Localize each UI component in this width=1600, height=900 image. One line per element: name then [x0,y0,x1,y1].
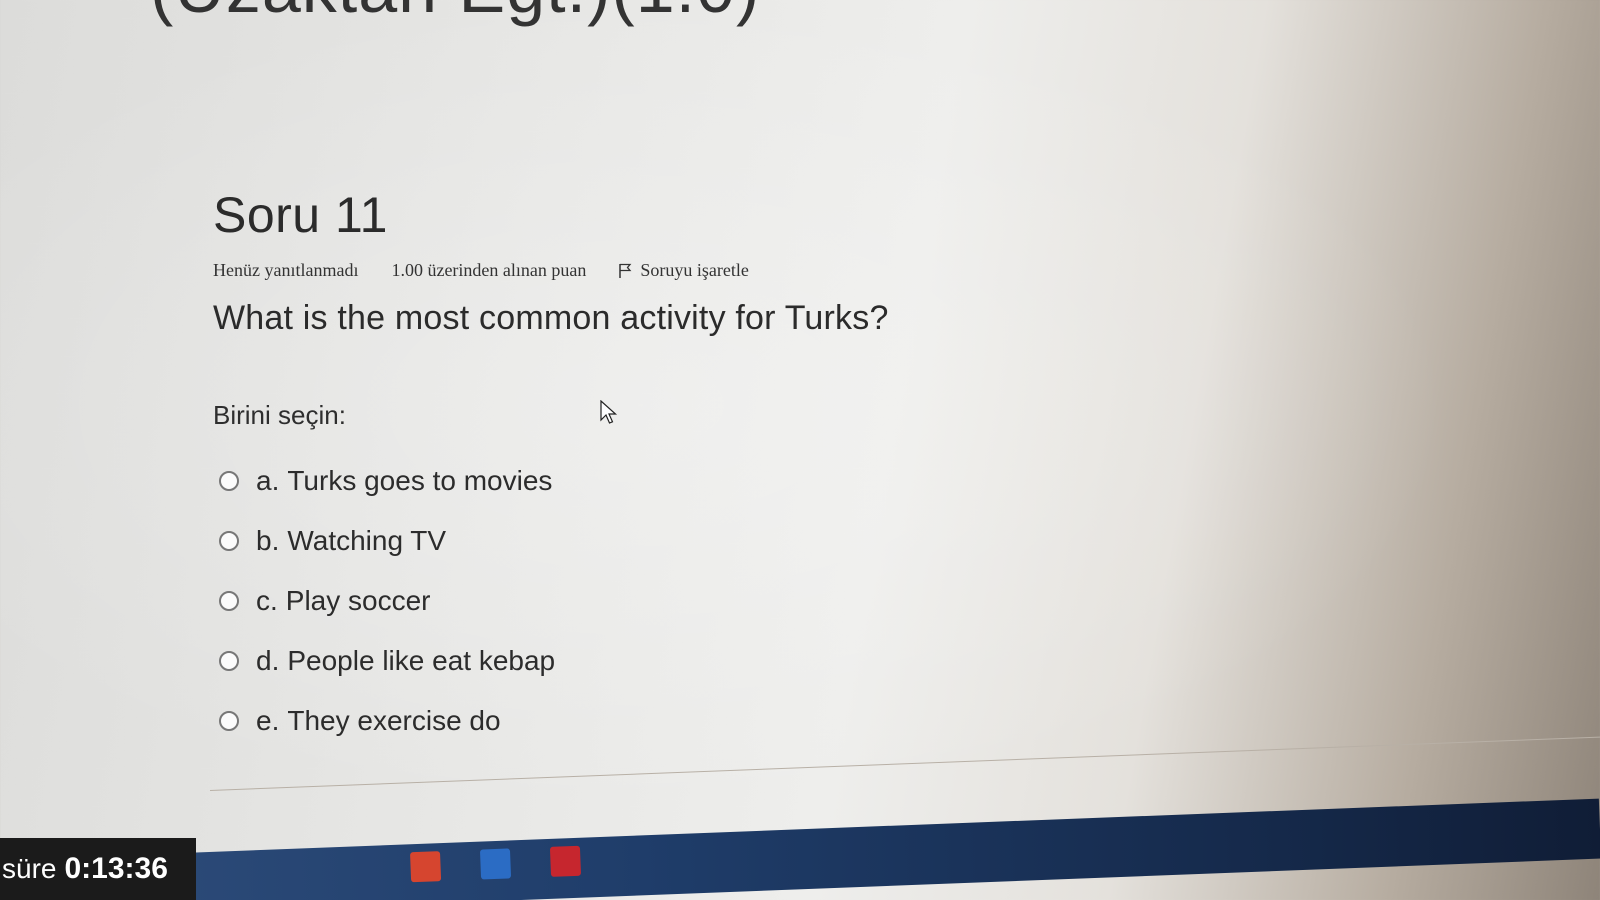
answer-letter: b. [256,525,280,556]
answer-text: People like eat kebap [287,645,556,676]
flag-question-link[interactable]: Soruyu işaretle [618,260,749,281]
mouse-cursor-icon [600,400,618,424]
answer-letter: d. [256,645,280,676]
answer-label[interactable]: e. They exercise do [256,705,501,737]
question-number: Soru 11 [213,187,388,243]
answer-text: Play soccer [285,585,431,616]
quiz-title-partial: (Uzaktan Eğt.)(1.0) [150,0,760,28]
answer-option-e[interactable]: e. They exercise do [219,691,1113,751]
radio-button[interactable] [219,711,239,731]
answer-option-b[interactable]: b. Watching TV [219,511,1113,571]
taskbar-app-icon[interactable] [410,851,442,883]
answer-text: They exercise do [287,705,501,736]
answer-text: Turks goes to movies [287,465,553,496]
question-info: Henüz yanıtlanmadı 1.00 üzerinden alınan… [213,260,1113,281]
question-block: Soru 11 Henüz yanıtlanmadı 1.00 üzerinde… [213,190,1113,751]
answer-label[interactable]: c. Play soccer [256,585,431,617]
answer-label[interactable]: d. People like eat kebap [256,645,555,677]
radio-button[interactable] [219,471,239,491]
answer-list: a. Turks goes to movies b. Watching TV c. P… [213,451,1113,751]
timer-value: 0:13:36 [64,852,168,885]
timer-label: süre [2,853,57,884]
answer-option-d[interactable]: d. People like eat kebap [219,631,1113,691]
radio-button[interactable] [219,651,239,671]
taskbar-app-icon[interactable] [479,848,512,880]
radio-button[interactable] [219,591,239,611]
taskbar [0,798,1600,900]
answer-text: Watching TV [287,525,447,556]
flag-question-label: Soruyu işaretle [640,260,749,280]
answer-prompt: Birini seçin: [213,400,346,430]
quiz-timer: süre 0:13:36 [0,838,196,900]
radio-button[interactable] [219,531,239,551]
answer-label[interactable]: a. Turks goes to movies [256,465,552,497]
taskbar-app-icon[interactable] [549,845,582,877]
answer-label[interactable]: b. Watching TV [256,525,446,557]
flag-icon [619,263,632,278]
question-text: What is the most common activity for Tur… [213,299,889,337]
answer-letter: a. [256,465,280,496]
answer-letter: c. [256,585,278,616]
answer-letter: e. [256,705,280,736]
question-state: Henüz yanıtlanmadı [213,260,359,280]
question-grade: 1.00 üzerinden alınan puan [391,260,587,280]
answer-option-a[interactable]: a. Turks goes to movies [219,451,1113,511]
answer-option-c[interactable]: c. Play soccer [219,571,1113,631]
